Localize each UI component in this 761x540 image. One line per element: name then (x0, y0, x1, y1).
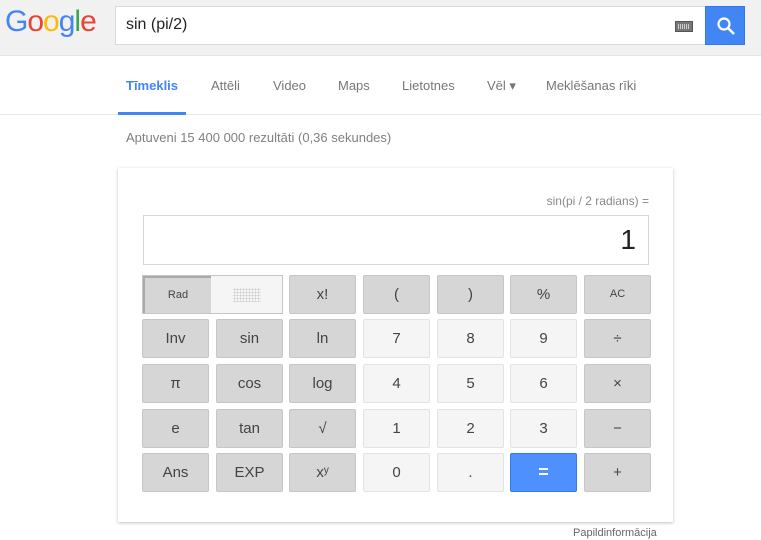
key-3-3[interactable]: 1 (363, 409, 430, 448)
tab-5[interactable]: Vēl ▾ (487, 77, 516, 115)
tab-3[interactable]: Maps (338, 77, 370, 115)
key-3-6[interactable]: − (584, 409, 651, 448)
search-icon (717, 17, 735, 35)
key-4-4[interactable]: . (437, 453, 504, 492)
key-2-3[interactable]: 4 (363, 364, 430, 403)
deg-button[interactable] (233, 288, 261, 302)
key-0-4[interactable]: ) (437, 275, 504, 314)
key-2-5[interactable]: 6 (510, 364, 577, 403)
key-4-1[interactable]: EXP (216, 453, 283, 492)
rad-button[interactable]: Rad (143, 276, 211, 313)
tab-6[interactable]: Meklēšanas rīki (546, 77, 636, 115)
search-box[interactable] (115, 6, 705, 45)
tab-2[interactable]: Video (273, 77, 306, 115)
key-1-1[interactable]: sin (216, 319, 283, 358)
key-2-0[interactable]: π (142, 364, 209, 403)
key-4-5[interactable]: = (510, 453, 577, 492)
header-bar: Google (0, 0, 761, 56)
more-info-link[interactable]: Papildinformācija (573, 527, 657, 539)
key-0-5[interactable]: % (510, 275, 577, 314)
key-1-4[interactable]: 8 (437, 319, 504, 358)
key-4-0[interactable]: Ans (142, 453, 209, 492)
key-2-6[interactable]: × (584, 364, 651, 403)
google-logo[interactable]: Google (5, 5, 97, 39)
key-3-4[interactable]: 2 (437, 409, 504, 448)
tab-0[interactable]: Tīmeklis (118, 77, 187, 115)
key-2-2[interactable]: log (289, 364, 356, 403)
key-3-5[interactable]: 3 (510, 409, 577, 448)
keyboard-icon[interactable] (675, 21, 693, 32)
search-input[interactable] (126, 16, 666, 34)
key-0-3[interactable]: ( (363, 275, 430, 314)
key-1-0[interactable]: Inv (142, 319, 209, 358)
key-0-2[interactable]: x! (289, 275, 356, 314)
angle-mode-toggle[interactable]: Rad (142, 275, 283, 314)
key-3-1[interactable]: tan (216, 409, 283, 448)
calculator-card: sin(pi / 2 radians) = 1 Rad x!()% AC Inv si… (118, 168, 673, 522)
key-1-3[interactable]: 7 (363, 319, 430, 358)
key-3-0[interactable]: e (142, 409, 209, 448)
key-4-3[interactable]: 0 (363, 453, 430, 492)
key-4-2[interactable]: xʸ (289, 453, 356, 492)
search-tabs: Tīmeklis Attēli Video Maps Lietotnes Vēl ▾ Mek… (0, 77, 761, 115)
search-button[interactable] (705, 6, 745, 45)
key-2-4[interactable]: 5 (437, 364, 504, 403)
key-1-5[interactable]: 9 (510, 319, 577, 358)
calculator-display: 1 (143, 215, 649, 265)
calculator-expression: sin(pi / 2 radians) = (546, 194, 649, 208)
tab-4[interactable]: Lietotnes (402, 77, 455, 115)
tab-1[interactable]: Attēli (211, 77, 240, 115)
key-3-2[interactable]: √ (289, 409, 356, 448)
key-2-1[interactable]: cos (216, 364, 283, 403)
key-1-2[interactable]: ln (289, 319, 356, 358)
key-0-6[interactable]: AC (584, 275, 651, 314)
result-stats: Aptuveni 15 400 000 rezultāti (0,36 seku… (126, 130, 392, 145)
key-1-6[interactable]: ÷ (584, 319, 651, 358)
key-4-6[interactable]: + (584, 453, 651, 492)
